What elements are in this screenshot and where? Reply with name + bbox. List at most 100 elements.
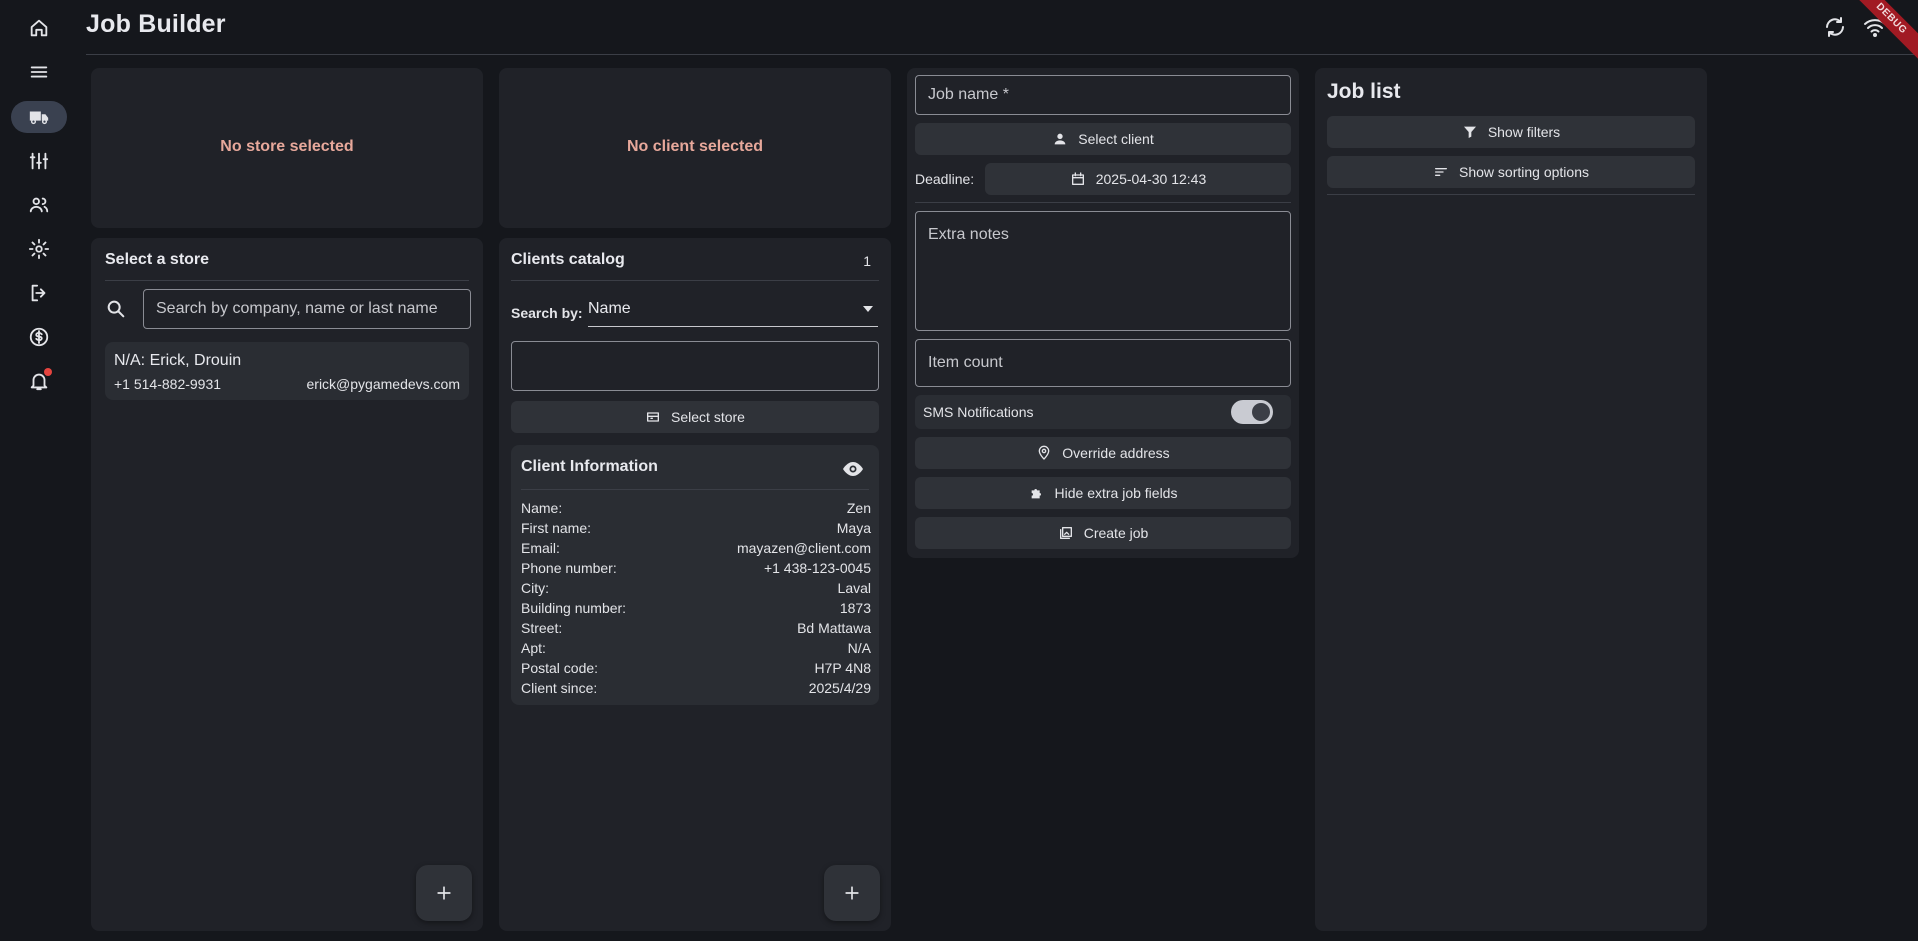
store-list-item[interactable]: N/A: Erick, Drouin +1 514-882-9931 erick… bbox=[105, 342, 469, 400]
add-store-button[interactable] bbox=[416, 865, 472, 921]
client-search-input[interactable] bbox=[511, 341, 879, 391]
client-info-title: Client Information bbox=[521, 458, 658, 475]
plus-icon bbox=[437, 886, 451, 900]
show-filters-label: Show filters bbox=[1487, 124, 1561, 140]
notification-dot bbox=[44, 368, 52, 376]
client-info-label: First name: bbox=[521, 520, 592, 536]
search-by-label: Search by: bbox=[511, 305, 583, 321]
select-client-label: Select client bbox=[1078, 131, 1154, 147]
store-panel-divider bbox=[105, 280, 469, 281]
dropdown-arrow-icon bbox=[863, 306, 873, 312]
client-info-row: Street: Bd Mattawa bbox=[521, 620, 871, 640]
clients-panel: Clients catalog 1 Search by: Name Select… bbox=[499, 238, 891, 931]
client-info-row: Apt: N/A bbox=[521, 640, 871, 660]
refresh-button[interactable] bbox=[1822, 14, 1848, 40]
hide-extra-fields-button[interactable]: Hide extra job fields bbox=[915, 477, 1291, 509]
search-by-select[interactable]: Name bbox=[588, 291, 878, 327]
client-info-label: Client since: bbox=[521, 680, 598, 696]
job-list-divider bbox=[1327, 194, 1695, 195]
nav-home[interactable] bbox=[11, 12, 67, 44]
client-info-label: City: bbox=[521, 580, 549, 596]
deadline-value: 2025-04-30 12:43 bbox=[1095, 171, 1207, 187]
no-client-text: No client selected bbox=[626, 138, 764, 155]
deadline-divider bbox=[915, 202, 1291, 203]
list-icon bbox=[30, 66, 48, 78]
logout-icon bbox=[31, 284, 46, 302]
client-info-label: Building number: bbox=[521, 600, 627, 616]
header-divider bbox=[86, 54, 1918, 55]
page-title: Job Builder bbox=[86, 10, 226, 38]
client-info-card: Client Information Name: Zen First name: Ma… bbox=[511, 445, 879, 705]
client-info-row: Building number: 1873 bbox=[521, 600, 871, 620]
show-sorting-button[interactable]: Show sorting options bbox=[1327, 156, 1695, 188]
client-info-row: Phone number: +1 438-123-0045 bbox=[521, 560, 871, 580]
item-count-input[interactable]: Item count bbox=[915, 339, 1291, 387]
job-list-panel: Job list Show filters Show sorting optio… bbox=[1315, 68, 1707, 931]
sms-notifications-row: SMS Notifications bbox=[915, 395, 1291, 429]
refresh-icon bbox=[1826, 17, 1844, 37]
client-info-label: Postal code: bbox=[521, 660, 599, 676]
nav-notifications[interactable] bbox=[11, 365, 67, 397]
client-info-label: Phone number: bbox=[521, 560, 617, 576]
client-info-row: Email: mayazen@client.com bbox=[521, 540, 871, 560]
client-info-value: mayazen@client.com bbox=[736, 540, 871, 556]
deadline-button[interactable]: 2025-04-30 12:43 bbox=[985, 163, 1291, 195]
sort-icon bbox=[1435, 168, 1448, 176]
create-job-button[interactable]: Create job bbox=[915, 517, 1291, 549]
client-info-label: Street: bbox=[521, 620, 563, 636]
job-name-input[interactable]: Job name * bbox=[915, 75, 1291, 115]
client-info-value: Zen bbox=[846, 500, 871, 516]
nav-tools[interactable] bbox=[11, 145, 67, 177]
store-email: erick@pygamedevs.com bbox=[306, 376, 461, 392]
select-store-label: Select store bbox=[671, 409, 745, 425]
truck-icon bbox=[29, 111, 49, 125]
store-search-input[interactable]: Search by company, name or last name bbox=[143, 289, 471, 329]
nav-people[interactable] bbox=[11, 189, 67, 221]
people-icon bbox=[29, 197, 49, 213]
clients-count: 1 bbox=[863, 253, 871, 269]
job-list-title: Job list bbox=[1327, 80, 1401, 103]
client-info-row: Client since: 2025/4/29 bbox=[521, 680, 871, 700]
create-job-label: Create job bbox=[1083, 525, 1149, 541]
store-panel: Select a store Search by company, name o… bbox=[91, 238, 483, 931]
show-filters-button[interactable]: Show filters bbox=[1327, 116, 1695, 148]
store-panel-title: Select a store bbox=[105, 251, 210, 268]
client-info-divider bbox=[521, 489, 869, 490]
filter-icon bbox=[1463, 126, 1476, 138]
client-info-row: Name: Zen bbox=[521, 500, 871, 520]
sidebar bbox=[0, 0, 78, 941]
add-client-button[interactable] bbox=[824, 865, 880, 921]
gear-icon bbox=[28, 238, 50, 260]
sms-toggle[interactable] bbox=[1231, 400, 1273, 424]
plus-icon bbox=[845, 886, 859, 900]
nav-list[interactable] bbox=[11, 56, 67, 88]
select-store-button[interactable]: Select store bbox=[511, 401, 879, 433]
calendar-icon bbox=[1071, 172, 1084, 185]
client-info-value: 2025/4/29 bbox=[808, 680, 871, 696]
nav-settings[interactable] bbox=[11, 233, 67, 265]
eye-icon[interactable] bbox=[841, 457, 865, 481]
override-address-button[interactable]: Override address bbox=[915, 437, 1291, 469]
select-client-button[interactable]: Select client bbox=[915, 123, 1291, 155]
client-info-row: First name: Maya bbox=[521, 520, 871, 540]
no-store-text: No store selected bbox=[220, 138, 354, 155]
puzzle-icon bbox=[1031, 489, 1041, 499]
client-info-label: Email: bbox=[521, 540, 560, 556]
clients-panel-divider bbox=[511, 280, 879, 281]
client-info-value: Bd Mattawa bbox=[797, 620, 871, 636]
clients-panel-title: Clients catalog bbox=[511, 251, 625, 268]
store-name: N/A: Erick, Drouin bbox=[114, 352, 242, 369]
nav-billing[interactable] bbox=[11, 321, 67, 353]
override-address-label: Override address bbox=[1062, 445, 1170, 461]
client-info-row: Postal code: H7P 4N8 bbox=[521, 660, 871, 680]
show-sorting-label: Show sorting options bbox=[1459, 164, 1589, 180]
client-info-value: N/A bbox=[847, 640, 871, 656]
tools-icon bbox=[29, 152, 49, 170]
hide-extra-fields-label: Hide extra job fields bbox=[1054, 485, 1178, 501]
nav-logout[interactable] bbox=[11, 277, 67, 309]
add-photo-icon bbox=[1059, 527, 1072, 539]
location-pin-icon bbox=[1038, 445, 1050, 460]
search-by-value: Name bbox=[588, 300, 631, 317]
nav-jobs[interactable] bbox=[11, 101, 67, 133]
extra-notes-input[interactable]: Extra notes bbox=[915, 211, 1291, 331]
